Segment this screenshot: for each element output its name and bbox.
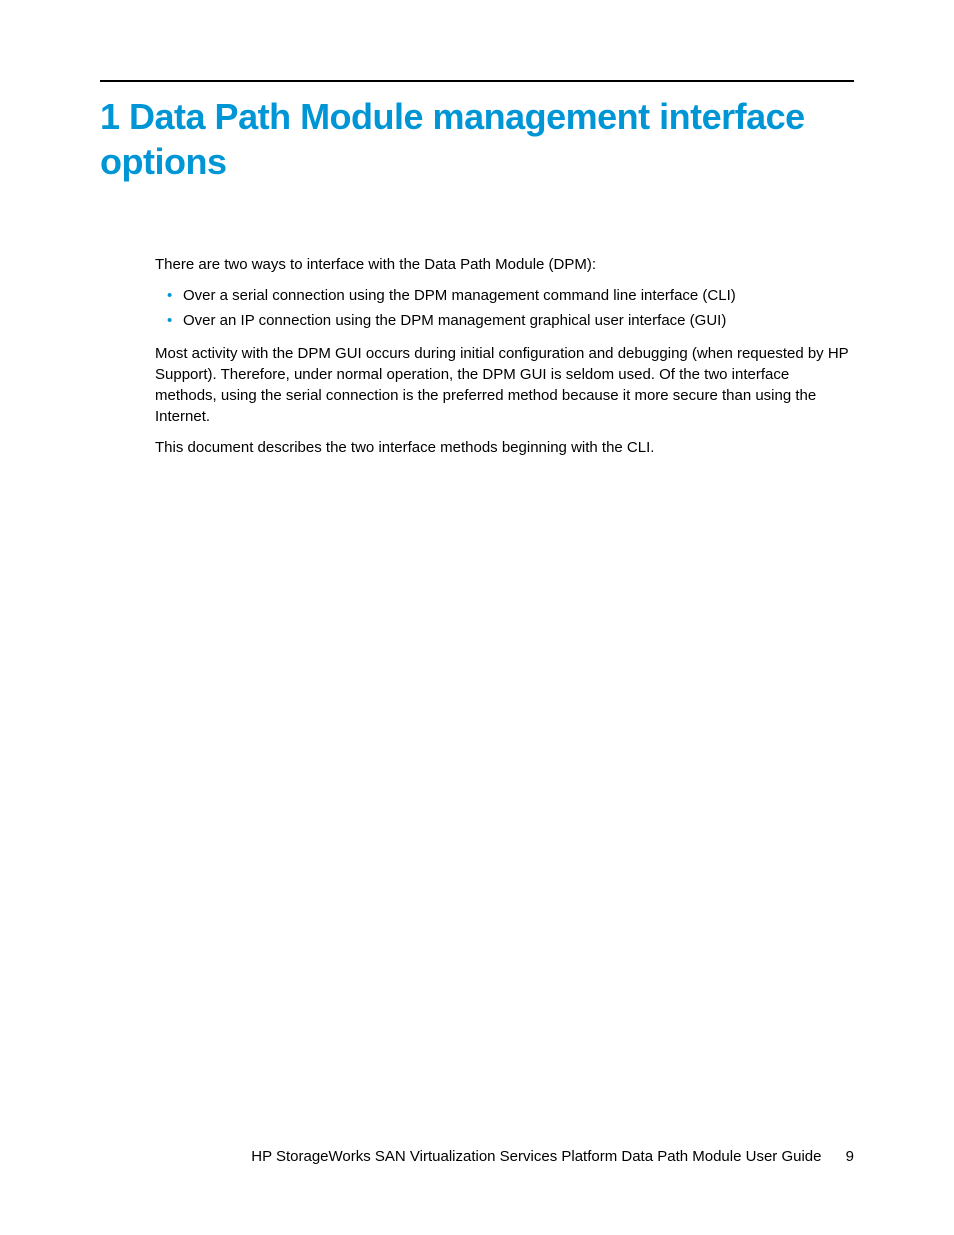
page-number: 9 (846, 1148, 854, 1165)
body-content: There are two ways to interface with the… (155, 254, 854, 458)
chapter-title: 1 Data Path Module management interface … (100, 94, 854, 184)
page-container: 1 Data Path Module management interface … (0, 0, 954, 1235)
footer-guide-title: HP StorageWorks SAN Virtualization Servi… (251, 1148, 821, 1165)
page-footer: HP StorageWorks SAN Virtualization Servi… (100, 1148, 854, 1165)
list-item: • Over a serial connection using the DPM… (155, 285, 854, 306)
bullet-icon: • (167, 310, 172, 331)
list-item: • Over an IP connection using the DPM ma… (155, 310, 854, 331)
list-item-text: Over an IP connection using the DPM mana… (183, 312, 726, 329)
paragraph-3: This document describes the two interfac… (155, 437, 854, 458)
bullet-list: • Over a serial connection using the DPM… (155, 285, 854, 331)
bullet-icon: • (167, 285, 172, 306)
intro-paragraph: There are two ways to interface with the… (155, 254, 854, 275)
list-item-text: Over a serial connection using the DPM m… (183, 287, 736, 304)
paragraph-2: Most activity with the DPM GUI occurs du… (155, 343, 854, 427)
top-rule (100, 80, 854, 82)
